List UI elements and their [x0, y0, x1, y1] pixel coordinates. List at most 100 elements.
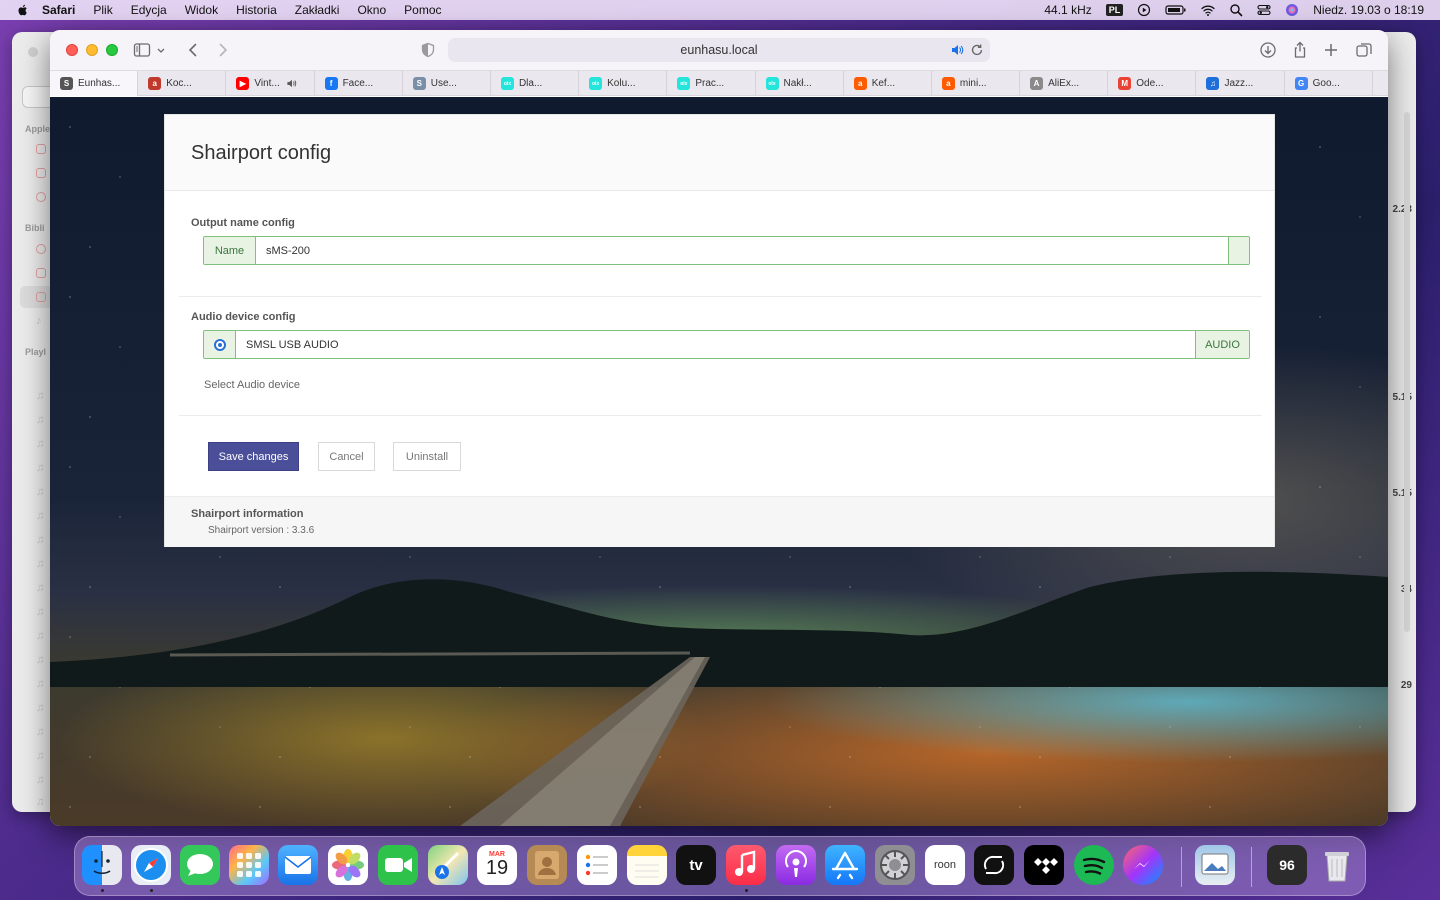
menu-zakladki[interactable]: Zakładki [295, 3, 340, 17]
tab-1[interactable]: a Koc... [138, 71, 227, 96]
messages-icon[interactable] [180, 845, 220, 885]
mail-icon[interactable] [278, 845, 318, 885]
siri-icon[interactable] [1285, 3, 1299, 17]
menu-okno[interactable]: Okno [357, 3, 386, 17]
audio-radio-addon[interactable] [204, 331, 236, 358]
tab-label: Jazz... [1224, 78, 1254, 89]
section-divider [179, 415, 1262, 416]
tab-6[interactable]: olx Kolu... [579, 71, 668, 96]
tab-4[interactable]: S Use... [403, 71, 491, 96]
tab-3[interactable]: f Face... [315, 71, 403, 96]
reload-icon[interactable] [970, 43, 984, 57]
audio-device-input[interactable]: SMSL USB AUDIO [236, 331, 1195, 358]
output-name-input[interactable]: sMS-200 [256, 237, 1228, 264]
maps-icon[interactable] [428, 845, 468, 885]
spotify-icon[interactable] [1074, 845, 1114, 885]
music-note-icon: ♫ [1206, 77, 1220, 90]
sidebar-note-icon: ♪ [36, 315, 42, 327]
reminders-icon[interactable] [577, 845, 617, 885]
dark-app-icon[interactable] [974, 845, 1014, 885]
tab-14[interactable]: G Goo... [1285, 71, 1373, 96]
facetime-icon[interactable] [378, 845, 418, 885]
tab-label: Ode... [1136, 78, 1164, 89]
tab-12[interactable]: M Ode... [1108, 71, 1197, 96]
sidebar-label-apple: Apple [25, 124, 51, 134]
apple-tv-icon[interactable]: tv [676, 845, 716, 885]
tab-2[interactable]: ▶ Vint... [226, 71, 315, 96]
play-circle-icon[interactable] [1137, 3, 1151, 17]
downloads-icon[interactable] [1259, 41, 1277, 59]
messenger-icon[interactable] [1123, 845, 1163, 885]
address-bar[interactable]: eunhasu.local [448, 38, 990, 62]
google-icon: G [1294, 77, 1308, 90]
tab-11[interactable]: A AliEx... [1020, 71, 1109, 96]
tab-label: Face... [342, 78, 374, 89]
playlist-note-icon: ♫ [36, 438, 45, 450]
tab-7[interactable]: olx Prac... [667, 71, 756, 96]
preview-icon[interactable] [1195, 845, 1235, 885]
uninstall-button[interactable]: Uninstall [393, 442, 461, 471]
menu-widok[interactable]: Widok [185, 3, 218, 17]
menu-edycja[interactable]: Edycja [131, 3, 167, 17]
menubar-clock[interactable]: Niedz. 19.03 o 18:19 [1313, 3, 1424, 17]
close-window-button[interactable] [66, 44, 78, 56]
menu-historia[interactable]: Historia [236, 3, 277, 17]
notes-icon[interactable] [627, 845, 667, 885]
fullscreen-window-button[interactable] [106, 44, 118, 56]
input-source-badge[interactable]: PL [1105, 4, 1124, 16]
background-scrollbar[interactable] [1404, 112, 1410, 632]
app-store-icon[interactable] [825, 845, 865, 885]
battery-status-icon[interactable]: 96 [1267, 845, 1307, 885]
tab-10[interactable]: a mini... [932, 71, 1021, 96]
roon-label: roon [933, 859, 957, 871]
audio-device-radio[interactable] [213, 338, 226, 351]
trash-icon[interactable] [1317, 845, 1357, 885]
audio-addon-label: AUDIO [1195, 331, 1249, 358]
tab-0[interactable]: S Eunhas... [50, 71, 139, 96]
sidebar-toggle-icon[interactable] [133, 41, 151, 59]
finder-icon[interactable] [82, 845, 122, 885]
section-divider [179, 296, 1262, 297]
cancel-button[interactable]: Cancel [318, 442, 375, 471]
music-icon[interactable] [726, 845, 766, 885]
tab-5[interactable]: olx Dla... [491, 71, 580, 96]
chevron-down-icon[interactable] [156, 41, 166, 59]
roon-icon[interactable]: roon [925, 845, 965, 885]
apple-logo-icon[interactable] [16, 3, 30, 17]
playlist-note-icon: ♫ [36, 510, 45, 522]
menu-pomoc[interactable]: Pomoc [404, 3, 441, 17]
new-tab-icon[interactable] [1322, 41, 1340, 59]
wifi-icon[interactable] [1201, 3, 1215, 17]
menu-app-safari[interactable]: Safari [42, 3, 75, 17]
tab-overview-icon[interactable] [1355, 41, 1373, 59]
tab-label: Kolu... [607, 78, 636, 89]
olx-icon: olx [765, 77, 779, 90]
share-icon[interactable] [1291, 41, 1309, 59]
privacy-shield-icon[interactable] [419, 41, 437, 59]
menu-plik[interactable]: Plik [93, 3, 112, 17]
audio-device-help-text: Select Audio device [204, 379, 301, 391]
spotlight-search-icon[interactable] [1229, 3, 1243, 17]
tidal-icon[interactable] [1024, 845, 1064, 885]
launchpad-icon[interactable] [229, 845, 269, 885]
system-preferences-icon[interactable] [875, 845, 915, 885]
tab-8[interactable]: olx Nakł... [756, 71, 844, 96]
back-arrow-icon[interactable] [184, 41, 202, 59]
playlist-note-icon: ♫ [36, 582, 45, 594]
tab-9[interactable]: a Kef... [844, 71, 932, 96]
calendar-icon[interactable]: MAR 19 [477, 845, 517, 885]
control-center-icon[interactable] [1257, 3, 1271, 17]
podcasts-icon[interactable] [776, 845, 816, 885]
contacts-icon[interactable] [527, 845, 567, 885]
sample-rate-status[interactable]: 44.1 kHz [1044, 3, 1091, 17]
minimize-window-button[interactable] [86, 44, 98, 56]
save-changes-button[interactable]: Save changes [208, 442, 299, 471]
safari-compass-icon[interactable] [131, 845, 171, 885]
photos-icon[interactable] [328, 845, 368, 885]
safari-window: eunhasu.local S Eunhas... a Koc... ▶ Vint... f… [50, 30, 1388, 826]
tab-audio-icon[interactable] [286, 78, 297, 89]
forward-arrow-icon[interactable] [214, 41, 232, 59]
battery-icon[interactable] [1165, 3, 1187, 17]
speaker-playing-icon[interactable] [950, 43, 964, 57]
tab-13[interactable]: ♫ Jazz... [1196, 71, 1285, 96]
